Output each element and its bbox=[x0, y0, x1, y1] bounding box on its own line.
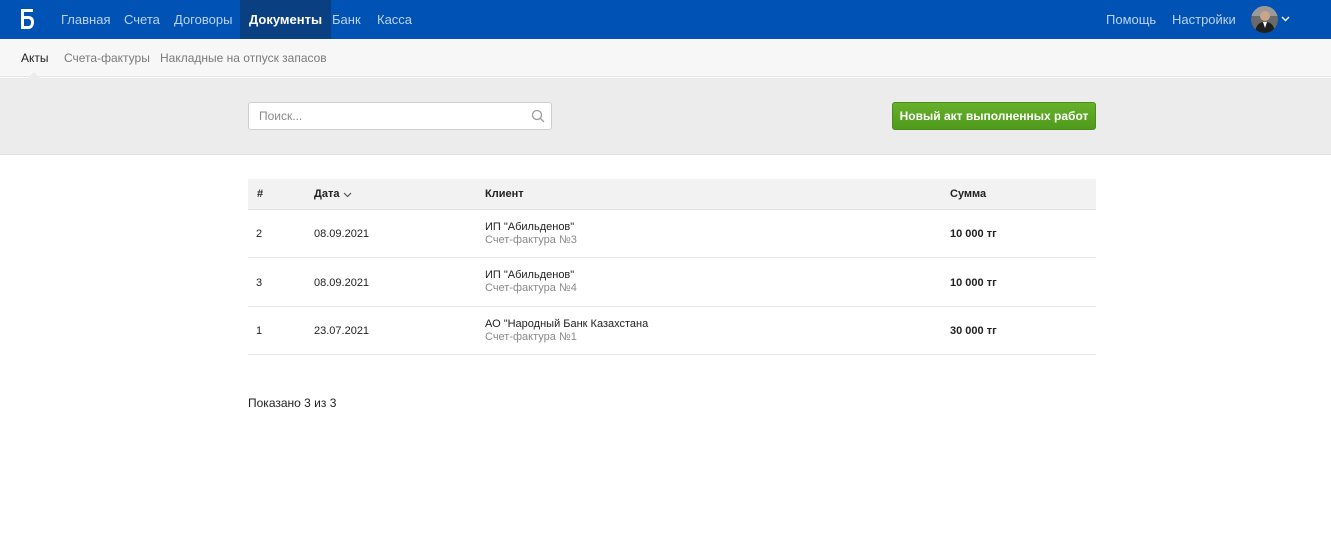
table-row[interactable]: 3 08.09.2021 ИП "Абильденов" Счет-фактур… bbox=[248, 258, 1096, 307]
search-icon[interactable] bbox=[531, 109, 545, 123]
column-amount[interactable]: Сумма bbox=[950, 179, 986, 210]
row-invoice-link[interactable]: Счет-фактура №3 bbox=[485, 234, 577, 246]
row-client[interactable]: АО "Народный Банк Казахстана bbox=[485, 318, 648, 330]
row-date: 23.07.2021 bbox=[314, 325, 370, 337]
row-client[interactable]: ИП "Абильденов" bbox=[485, 221, 574, 233]
row-amount: 30 000 тг bbox=[950, 325, 997, 337]
sort-down-icon[interactable] bbox=[343, 192, 352, 198]
nav-documents[interactable]: Документы bbox=[240, 0, 332, 39]
row-invoice-link[interactable]: Счет-фактура №4 bbox=[485, 282, 577, 294]
tab-waybills[interactable]: Накладные на отпуск запасов bbox=[160, 39, 327, 77]
table-header: # Дата Клиент Сумма bbox=[248, 179, 1096, 210]
column-date[interactable]: Дата bbox=[314, 179, 339, 210]
row-number: 2 bbox=[256, 228, 263, 240]
row-amount: 10 000 тг bbox=[950, 228, 997, 240]
table-row[interactable]: 1 23.07.2021 АО "Народный Банк Казахстан… bbox=[248, 307, 1096, 355]
new-act-button[interactable]: Новый акт выполненных работ bbox=[892, 102, 1096, 130]
results-count: Показано 3 из 3 bbox=[248, 396, 337, 410]
user-photo-icon bbox=[1251, 6, 1278, 33]
settings-link[interactable]: Настройки bbox=[1172, 0, 1236, 39]
row-date: 08.09.2021 bbox=[314, 228, 370, 240]
nav-invoices[interactable]: Счета bbox=[115, 0, 169, 39]
search-input[interactable] bbox=[248, 102, 552, 130]
help-link[interactable]: Помощь bbox=[1106, 0, 1156, 39]
nav-contracts[interactable]: Договоры bbox=[165, 0, 241, 39]
avatar[interactable] bbox=[1251, 6, 1278, 33]
column-client[interactable]: Клиент bbox=[485, 179, 524, 210]
tab-invoices[interactable]: Счета-фактуры bbox=[64, 39, 150, 77]
table-row[interactable]: 2 08.09.2021 ИП "Абильденов" Счет-фактур… bbox=[248, 210, 1096, 258]
nav-bank[interactable]: Банк bbox=[323, 0, 370, 39]
toolbar-band bbox=[0, 78, 1331, 155]
row-client[interactable]: ИП "Абильденов" bbox=[485, 269, 574, 281]
row-amount: 10 000 тг bbox=[950, 277, 997, 289]
top-navbar: Главная Счета Договоры Документы Банк Ка… bbox=[0, 0, 1331, 39]
column-number[interactable]: # bbox=[257, 179, 263, 210]
logo-icon[interactable] bbox=[19, 8, 35, 30]
nav-cash[interactable]: Касса bbox=[368, 0, 421, 39]
row-number: 1 bbox=[256, 325, 263, 337]
row-number: 3 bbox=[256, 277, 263, 289]
row-date: 08.09.2021 bbox=[314, 277, 370, 289]
nav-home[interactable]: Главная bbox=[52, 0, 119, 39]
sub-navbar: Акты Счета-фактуры Накладные на отпуск з… bbox=[0, 39, 1331, 77]
row-invoice-link[interactable]: Счет-фактура №1 bbox=[485, 331, 577, 343]
chevron-down-icon[interactable] bbox=[1281, 16, 1290, 22]
